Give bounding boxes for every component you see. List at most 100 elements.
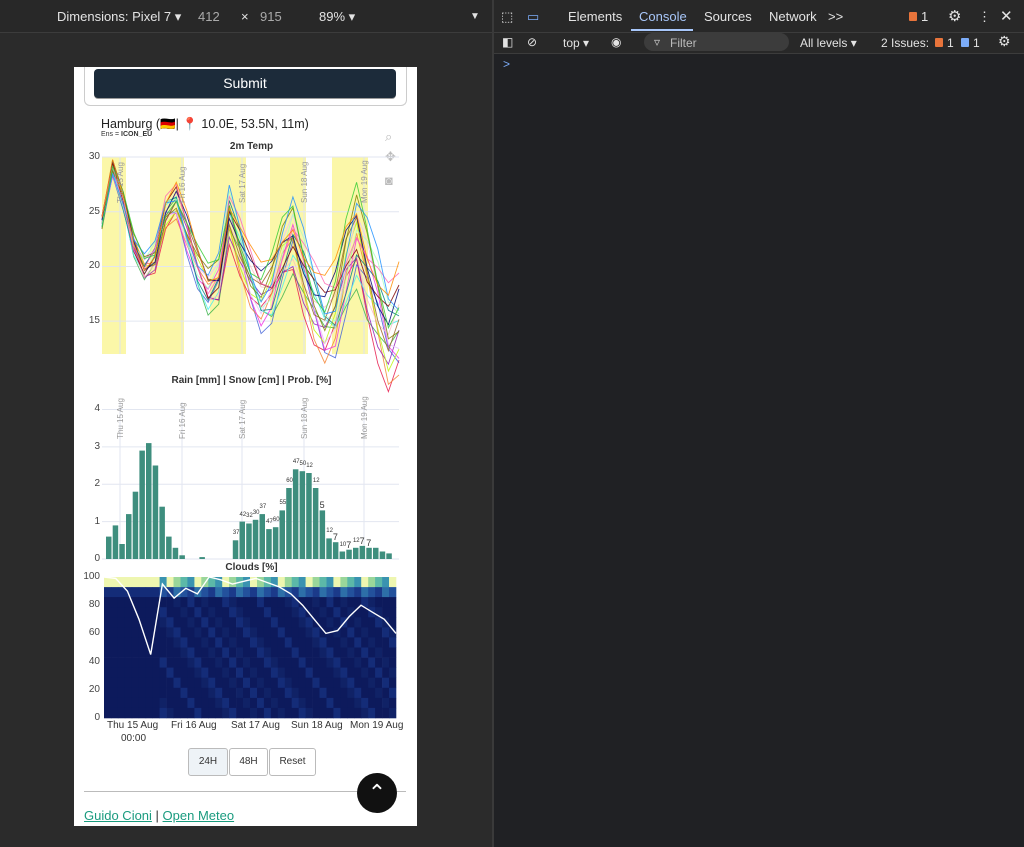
cloud-cell <box>208 687 216 699</box>
cloud-cell <box>124 647 133 658</box>
issues-label[interactable]: 2 Issues: <box>881 36 929 50</box>
cloud-cell <box>291 687 299 699</box>
cloud-cell <box>263 637 272 648</box>
cloud-cell <box>124 607 133 618</box>
sidebar-toggle-icon[interactable]: ◧ <box>502 35 513 49</box>
cloud-cell <box>201 677 209 689</box>
more-tabs-icon[interactable]: >> <box>828 9 843 24</box>
width-input[interactable]: 412 <box>198 9 220 24</box>
cloud-cell <box>243 607 251 618</box>
cloud-cell <box>173 577 181 588</box>
cloud-cell <box>257 607 265 618</box>
rain-bar <box>299 471 306 559</box>
cloud-chart[interactable] <box>103 576 397 719</box>
cloud-cell <box>111 677 119 689</box>
cloud-cell <box>354 617 362 628</box>
close-icon[interactable]: ✕ <box>1000 7 1013 25</box>
height-input[interactable]: 915 <box>260 9 282 24</box>
clear-console-icon[interactable]: ⊘ <box>527 35 537 49</box>
cloud-cell <box>215 637 223 648</box>
cloud-cell <box>187 677 195 689</box>
rain-bar-label: 12 <box>352 537 360 544</box>
console-area[interactable]: > <box>494 54 1024 847</box>
cloud-cell <box>277 657 286 668</box>
cloud-cell <box>298 697 306 709</box>
rain-day-label: Sun 18 Aug <box>300 397 309 439</box>
rain-bar-label: 47 <box>292 459 300 466</box>
cloud-cell <box>250 617 258 628</box>
cloud-cell <box>215 607 223 618</box>
levels-select[interactable]: All levels ▾ <box>800 36 857 50</box>
cloud-cell <box>298 577 306 588</box>
context-select[interactable]: top ▾ <box>563 36 589 50</box>
rain-day-label: Mon 19 Aug <box>360 396 369 439</box>
cloud-cell <box>340 687 348 699</box>
cloud-cell <box>354 687 362 699</box>
cloud-cell <box>117 707 126 719</box>
device-toggle-icon[interactable]: ▭ <box>527 9 539 25</box>
cloud-cell <box>375 587 383 598</box>
cloud-cell <box>291 657 299 668</box>
cloud-cell <box>138 707 147 719</box>
warning-count[interactable]: 1 <box>921 9 928 24</box>
device-select[interactable]: Dimensions: Pixel 7 ▾ <box>57 9 181 25</box>
issues-warn-count[interactable]: 1 <box>947 36 954 50</box>
cloud-cell <box>173 677 181 689</box>
footer: Guido Cioni | Open Meteo <box>84 808 235 823</box>
more-options-icon[interactable]: ▼ <box>470 11 480 22</box>
range-24h-button[interactable]: 24H <box>188 748 228 776</box>
cloud-cell <box>340 627 348 638</box>
tab-elements[interactable]: Elements <box>568 9 622 24</box>
cloud-cell <box>159 697 167 709</box>
inspect-icon[interactable]: ⬚ <box>501 9 513 25</box>
cloud-cell <box>305 577 313 588</box>
cloud-cell <box>152 677 160 689</box>
rain-bar <box>279 510 285 559</box>
reset-button[interactable]: Reset <box>269 748 316 776</box>
scroll-top-button[interactable]: ⌃ <box>357 773 397 813</box>
filter-input[interactable]: ▿ Filter <box>644 33 789 51</box>
cloud-cell <box>319 657 327 668</box>
range-48h-button[interactable]: 48H <box>229 748 268 776</box>
kebab-menu-icon[interactable]: ⋮ <box>978 9 991 25</box>
cloud-cell <box>201 667 209 678</box>
cloud-cell <box>375 617 383 628</box>
eye-icon[interactable]: ◉ <box>611 35 621 49</box>
rain-bar-label: 7 <box>359 535 365 546</box>
rain-chart[interactable] <box>102 402 399 560</box>
cloud-cell <box>145 627 153 638</box>
cloud-cell <box>333 677 341 689</box>
zoom-select[interactable]: 89% ▾ <box>319 9 355 25</box>
tab-console[interactable]: Console <box>639 9 687 24</box>
cloud-cell <box>250 697 258 709</box>
cloud-cell <box>277 637 286 648</box>
tab-network[interactable]: Network <box>769 9 817 24</box>
rain-bar <box>306 473 312 559</box>
cloud-cell <box>236 647 244 658</box>
cloud-cell <box>312 587 320 598</box>
cloud-cell <box>222 587 230 598</box>
settings-icon[interactable]: ⚙ <box>948 7 961 25</box>
issues-info-count[interactable]: 1 <box>973 36 980 50</box>
rain-bar-label: 7 <box>332 532 338 543</box>
cloud-cell <box>305 637 313 648</box>
author-link[interactable]: Guido Cioni <box>84 808 152 823</box>
cloud-cell <box>194 627 202 638</box>
console-settings-icon[interactable]: ⚙ <box>998 33 1011 50</box>
cloud-cell <box>347 587 355 598</box>
tab-sources[interactable]: Sources <box>704 9 752 24</box>
temp-chart[interactable] <box>101 156 400 394</box>
cloud-cell <box>159 637 167 648</box>
cloud-cell <box>111 627 119 638</box>
cloud-cell <box>375 677 383 689</box>
cloud-cell <box>236 597 244 608</box>
cloud-cell <box>229 627 237 638</box>
cloud-cell <box>117 597 126 608</box>
cloud-cell <box>236 677 244 689</box>
rain-y-tick: 2 <box>94 478 100 490</box>
open-meteo-link[interactable]: Open Meteo <box>163 808 235 823</box>
cloud-cell <box>312 657 320 668</box>
cloud-cell <box>194 677 202 689</box>
cloud-cell <box>361 577 369 588</box>
cloud-cell <box>173 607 181 618</box>
